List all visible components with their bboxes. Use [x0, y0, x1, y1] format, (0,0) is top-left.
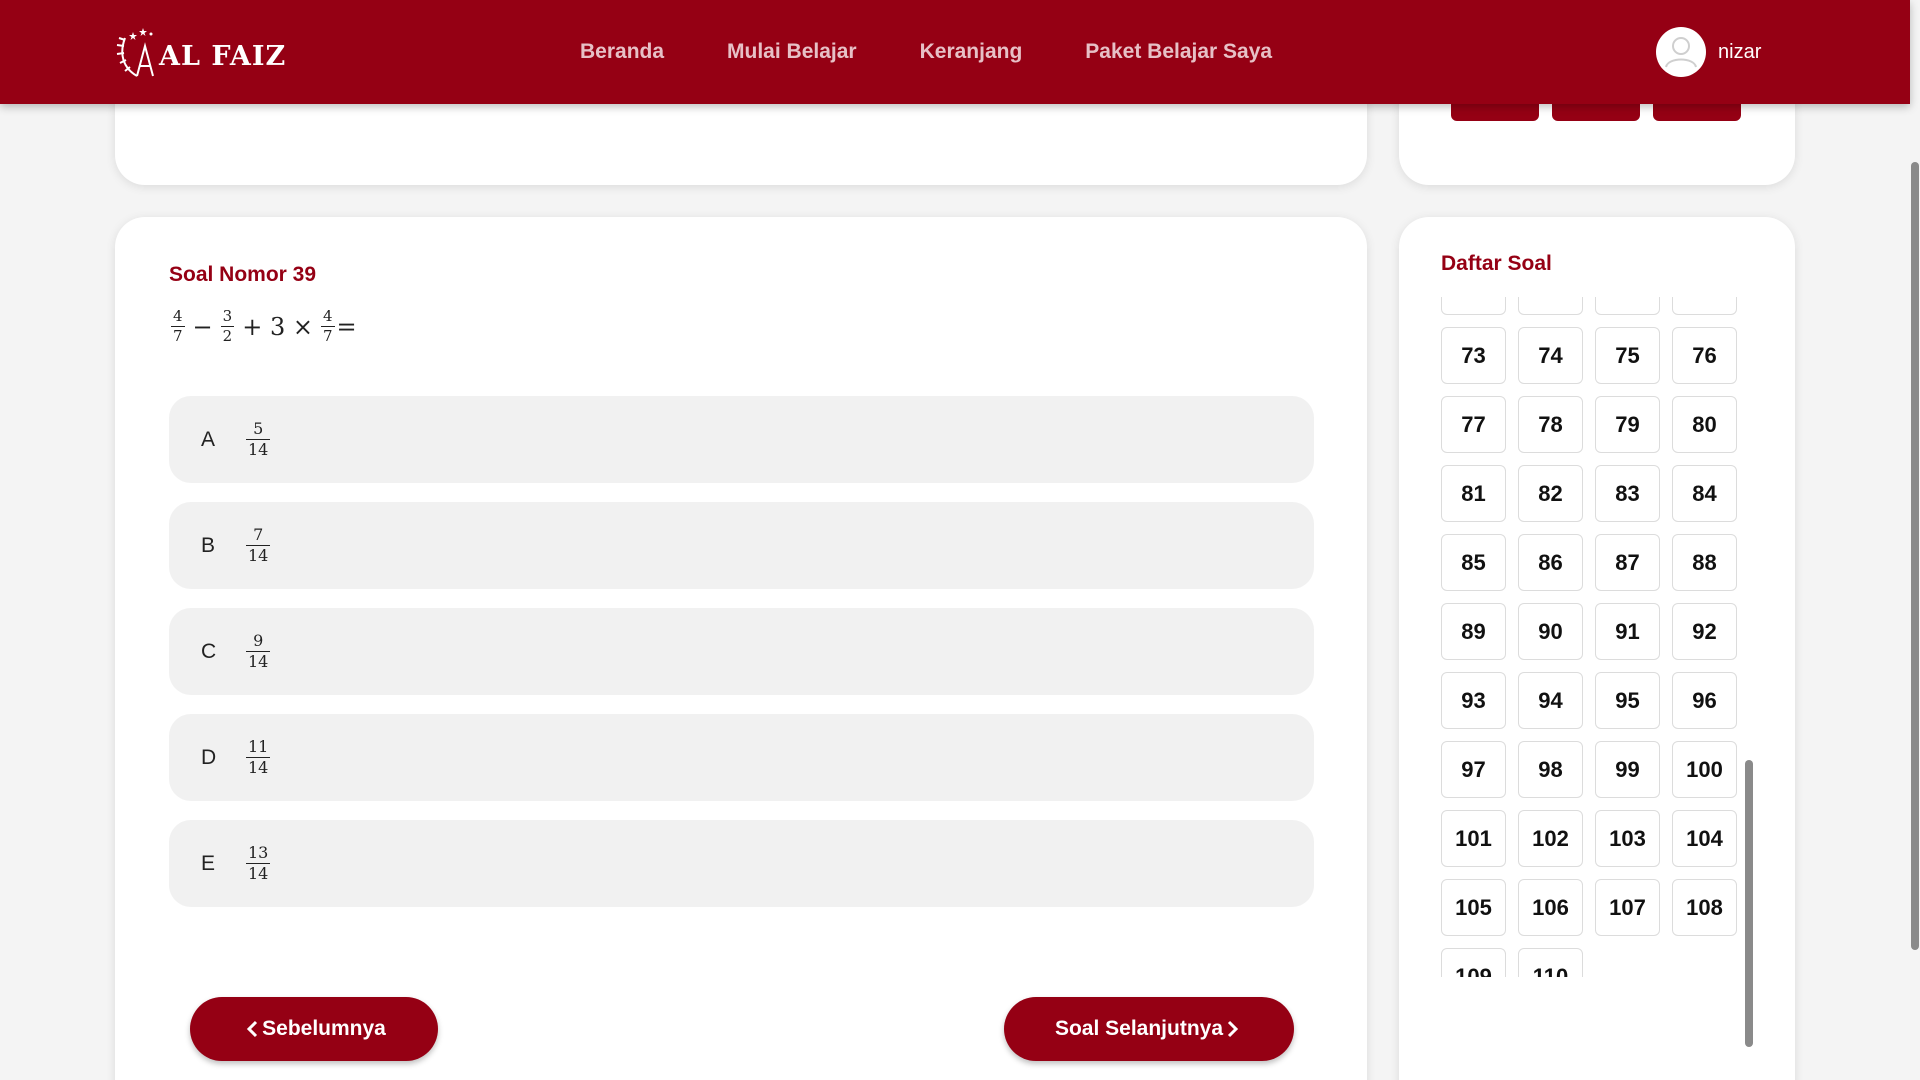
nav-mulai-belajar[interactable]: Mulai Belajar	[727, 40, 857, 64]
question-list-title: Daftar Soal	[1441, 252, 1552, 275]
option-letter: B	[201, 533, 216, 557]
question-number-button[interactable]: 95	[1595, 672, 1660, 729]
question-number-button[interactable]: 83	[1595, 465, 1660, 522]
brand-name: AL FAIZ	[159, 40, 287, 72]
question-number-button[interactable]: 98	[1518, 741, 1583, 798]
option-e[interactable]: E 13 14	[169, 820, 1314, 907]
question-number-button[interactable]: 75	[1595, 327, 1660, 384]
page-scroll-thumb[interactable]	[1911, 162, 1919, 950]
user-menu[interactable]: nizar	[1656, 27, 1761, 77]
expr-fraction: 4 7	[320, 307, 335, 345]
question-number-button[interactable]: 107	[1595, 879, 1660, 936]
question-number-grid-viewport[interactable]: 69 70 71 72 73747576 77787980 81828384 85868788…	[1441, 297, 1746, 977]
chevron-right-icon	[1227, 1020, 1239, 1038]
option-fraction: 5 14	[246, 419, 271, 459]
question-number-button[interactable]: 87	[1595, 534, 1660, 591]
question-number-button[interactable]: 90	[1518, 603, 1583, 660]
option-a[interactable]: A 5 14	[169, 396, 1314, 483]
question-number-button[interactable]: 101	[1441, 810, 1506, 867]
chevron-left-icon	[247, 1020, 258, 1038]
question-number-button[interactable]: 89	[1441, 603, 1506, 660]
option-fraction: 13 14	[246, 843, 271, 883]
option-letter: D	[201, 745, 217, 769]
question-number-button[interactable]: 97	[1441, 741, 1506, 798]
question-number-button[interactable]: 81	[1441, 465, 1506, 522]
question-number-button[interactable]: 93	[1441, 672, 1506, 729]
option-letter: E	[201, 851, 216, 875]
question-number-button[interactable]: 86	[1518, 534, 1583, 591]
question-number-button[interactable]: 103	[1595, 810, 1660, 867]
question-number-button[interactable]: 69	[1441, 297, 1506, 315]
option-d[interactable]: D 11 14	[169, 714, 1314, 801]
question-number-button[interactable]: 74	[1518, 327, 1583, 384]
expr-operator: + 3 ×	[242, 312, 313, 341]
question-number-button[interactable]: 79	[1595, 396, 1660, 453]
answer-options: A 5 14 B 7 14 C 9 14 D 11 14 E 13 14	[169, 396, 1314, 926]
next-label: Soal Selanjutnya	[1054, 1017, 1224, 1040]
username: nizar	[1718, 40, 1762, 63]
question-number-button[interactable]: 105	[1441, 879, 1506, 936]
question-number-button[interactable]: 104	[1672, 810, 1737, 867]
question-card: Soal Nomor 39 4 7 − 3 2 + 3 × 4 7 = A 5 …	[115, 217, 1367, 1080]
question-number-button[interactable]: 108	[1672, 879, 1737, 936]
question-number-button[interactable]: 80	[1672, 396, 1737, 453]
question-number-button[interactable]: 76	[1672, 327, 1737, 384]
nav-beranda[interactable]: Beranda	[580, 40, 664, 64]
question-number-button[interactable]: 85	[1441, 534, 1506, 591]
question-number-button[interactable]: 70	[1518, 297, 1583, 315]
question-number-button[interactable]: 109	[1441, 948, 1506, 977]
question-number-button[interactable]: 78	[1518, 396, 1583, 453]
option-c[interactable]: C 9 14	[169, 608, 1314, 695]
nav-keranjang[interactable]: Keranjang	[920, 40, 1023, 64]
brand-logo[interactable]: AL FAIZ	[115, 26, 286, 78]
option-fraction: 9 14	[246, 631, 271, 671]
previous-question-button[interactable]: Sebelumnya	[190, 997, 438, 1061]
question-number-button[interactable]: 72	[1672, 297, 1737, 315]
main-nav: Beranda Mulai Belajar Keranjang Paket Be…	[580, 0, 1335, 104]
question-expression: 4 7 − 3 2 + 3 × 4 7 =	[171, 309, 365, 344]
question-number-button[interactable]: 84	[1672, 465, 1737, 522]
question-title: Soal Nomor 39	[169, 263, 317, 286]
question-number-button[interactable]: 110	[1518, 948, 1583, 977]
expr-fraction: 3 2	[220, 307, 235, 345]
question-number-button[interactable]: 100	[1672, 741, 1737, 798]
question-number-button[interactable]: 94	[1518, 672, 1583, 729]
question-number-button[interactable]: 82	[1518, 465, 1583, 522]
question-number-button[interactable]: 92	[1672, 603, 1737, 660]
navbar: AL FAIZ Beranda Mulai Belajar Keranjang …	[0, 0, 1910, 104]
expr-operator: =	[336, 312, 357, 341]
next-question-button[interactable]: Soal Selanjutnya	[1004, 997, 1294, 1061]
question-number-button[interactable]: 73	[1441, 327, 1506, 384]
question-list-scroll-thumb[interactable]	[1745, 760, 1753, 1047]
laurel-logo-icon	[116, 28, 154, 77]
question-list-card: Daftar Soal 69 70 71 72 73747576 77787980 8182…	[1399, 217, 1795, 1080]
nav-paket-belajar-saya[interactable]: Paket Belajar Saya	[1085, 40, 1272, 64]
question-number-button[interactable]: 106	[1518, 879, 1583, 936]
option-letter: C	[201, 639, 217, 663]
question-number-grid: 69 70 71 72 73747576 77787980 81828384 85868788…	[1441, 297, 1737, 977]
previous-label: Sebelumnya	[262, 1017, 386, 1040]
expr-fraction: 4 7	[171, 307, 185, 345]
expr-operator: −	[192, 312, 213, 341]
option-letter: A	[201, 427, 216, 451]
question-number-button[interactable]: 71	[1595, 297, 1660, 315]
question-number-button[interactable]: 96	[1672, 672, 1737, 729]
option-fraction: 7 14	[246, 525, 271, 565]
question-number-button[interactable]: 91	[1595, 603, 1660, 660]
question-number-button[interactable]: 88	[1672, 534, 1737, 591]
question-number-button[interactable]: 77	[1441, 396, 1506, 453]
option-b[interactable]: B 7 14	[169, 502, 1314, 589]
user-avatar-icon	[1656, 27, 1706, 77]
question-number-button[interactable]: 102	[1518, 810, 1583, 867]
option-fraction: 11 14	[246, 737, 271, 777]
question-number-button[interactable]: 99	[1595, 741, 1660, 798]
